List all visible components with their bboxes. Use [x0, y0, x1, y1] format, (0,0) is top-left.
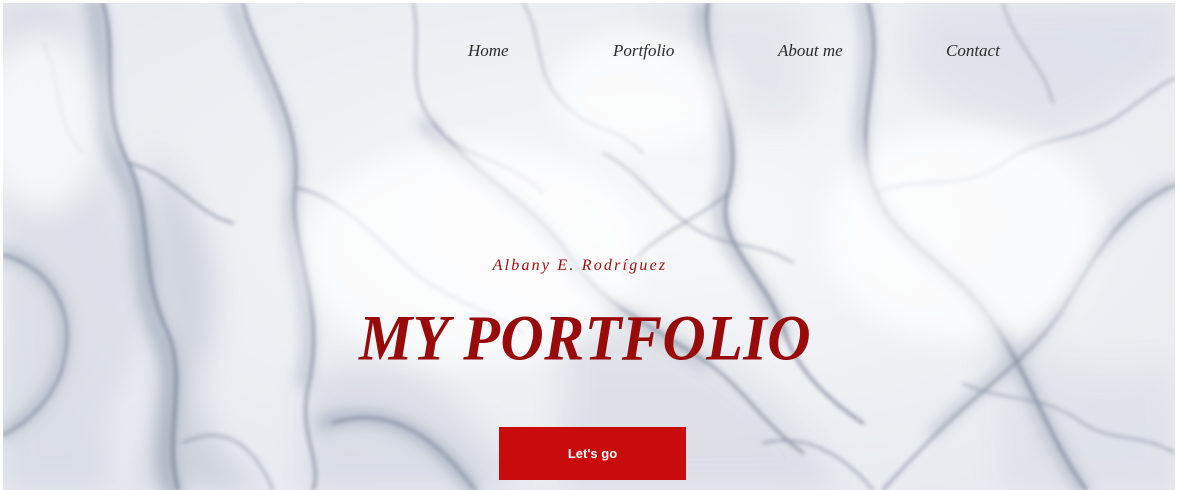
nav-item-about-me[interactable]: About me: [778, 41, 843, 61]
nav-item-contact[interactable]: Contact: [946, 41, 1000, 61]
marble-background: [3, 3, 1175, 490]
hero-section: Home Portfolio About me Contact Albany E…: [3, 3, 1175, 490]
nav-item-home[interactable]: Home: [468, 41, 509, 61]
lets-go-button[interactable]: Let's go: [499, 427, 686, 480]
top-navigation: Home Portfolio About me Contact: [3, 41, 1175, 65]
lets-go-button-label: Let's go: [567, 446, 618, 461]
page-title: MY PORTFOLIO: [358, 302, 812, 374]
author-name: Albany E. Rodríguez: [492, 257, 668, 274]
nav-item-portfolio[interactable]: Portfolio: [613, 41, 674, 61]
